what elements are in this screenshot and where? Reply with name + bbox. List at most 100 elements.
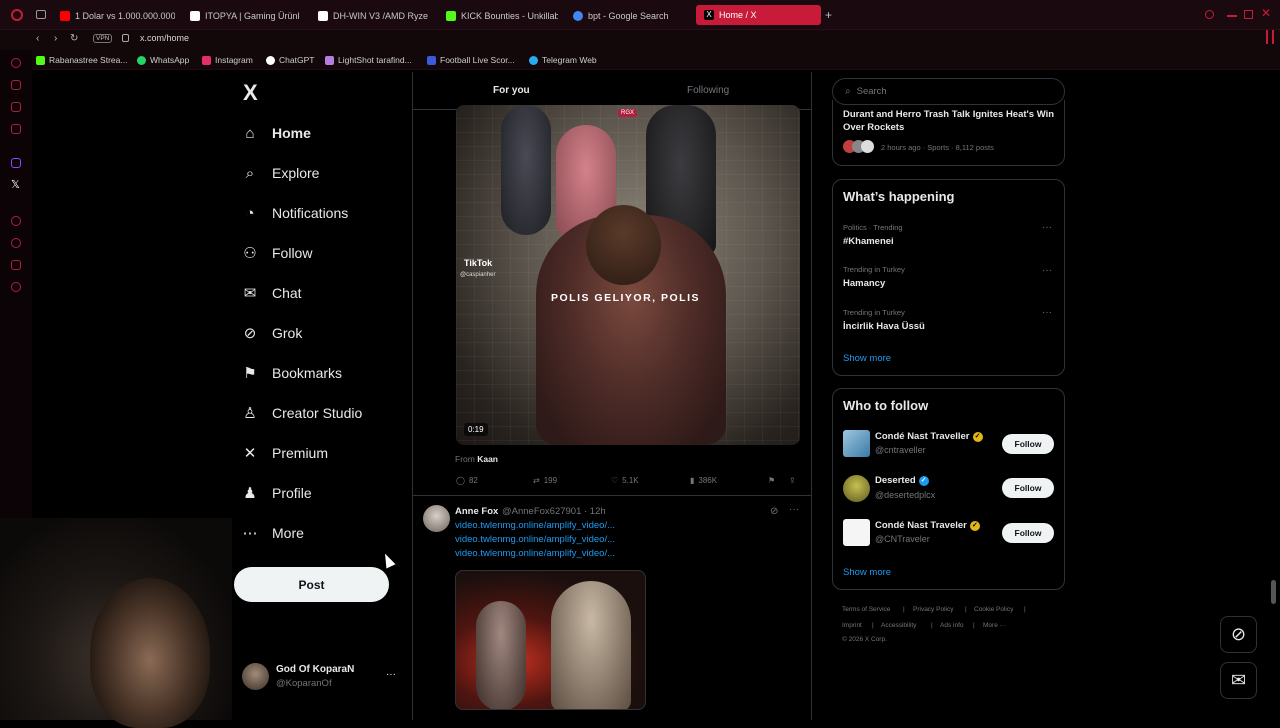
close-icon[interactable]: ✕ — [1261, 6, 1271, 20]
scrollbar[interactable] — [1271, 580, 1276, 604]
browser-tab[interactable]: ITOPYA | Gaming Ürünler — [190, 6, 300, 26]
nav-grok[interactable]: ⊘ Grok — [242, 320, 303, 346]
footer-link[interactable]: Privacy Policy — [913, 606, 953, 613]
footer-link[interactable]: More ··· — [983, 622, 1006, 629]
history-icon[interactable] — [11, 238, 21, 248]
maximize-icon[interactable] — [1244, 10, 1253, 19]
nav-explore[interactable]: ⌕ Explore — [242, 160, 320, 186]
trend-more-icon[interactable]: ··· — [1042, 307, 1052, 318]
bookmark[interactable]: Rabanastree Strea... — [36, 55, 127, 65]
nav-profile[interactable]: ♟ Profile — [242, 480, 311, 506]
suggestion-handle: @CNTraveler — [875, 534, 930, 544]
opera-icon[interactable] — [11, 58, 21, 68]
bookmark[interactable]: Telegram Web — [529, 55, 597, 65]
search-tabs-icon[interactable] — [1205, 10, 1214, 19]
news-card[interactable]: Durant and Herro Trash Talk Ignites Heat… — [832, 100, 1065, 166]
messages-fab[interactable]: ✉ — [1220, 662, 1257, 699]
url-field[interactable]: x.com/home — [140, 33, 189, 43]
copyright: © 2026 X Corp. — [842, 636, 887, 643]
avatar — [843, 519, 870, 546]
nav-home[interactable]: ⌂ Home — [242, 120, 310, 146]
bookmark[interactable]: Football Live Scor... — [427, 55, 515, 65]
bookmarks-bar: Rabanastree Strea... WhatsApp Instagram … — [0, 50, 1280, 70]
twitch-icon[interactable] — [11, 158, 21, 168]
post-link[interactable]: video.twlenmg.online/amplify_video/... — [455, 534, 615, 545]
avatar[interactable] — [423, 505, 450, 532]
share-button[interactable]: ⇪ — [789, 476, 796, 485]
opera-menu-icon[interactable] — [11, 9, 23, 21]
nav-label: Creator Studio — [272, 405, 363, 421]
footer-link[interactable]: Imprint — [842, 622, 862, 629]
browser-tab[interactable]: bpt - Google Search — [573, 6, 683, 26]
nav-follow[interactable]: ⚇ Follow — [242, 240, 312, 266]
messenger-icon[interactable] — [11, 102, 21, 112]
tab-label: KICK Bounties - Unkillable — [461, 11, 558, 21]
video-player[interactable]: RGX TikTok @caspianher POLIS GELIYOR, PO… — [456, 105, 800, 445]
bookmark[interactable]: ChatGPT — [266, 55, 314, 65]
post-author[interactable]: Anne Fox — [455, 506, 498, 517]
forward-icon[interactable]: › — [54, 33, 57, 44]
like-button[interactable]: ♡ 5.1K — [611, 476, 639, 485]
nav-bookmarks[interactable]: ⚑ Bookmarks — [242, 360, 342, 386]
account-more-icon[interactable]: ··· — [386, 669, 396, 680]
from-name[interactable]: Kaan — [477, 454, 498, 464]
x-icon[interactable]: 𝕏 — [11, 178, 20, 191]
browser-tab[interactable]: 1 Dolar vs 1.000.000.000 D — [60, 6, 175, 26]
reload-icon[interactable]: ↻ — [70, 33, 78, 44]
trend-more-icon[interactable]: ··· — [1042, 265, 1052, 276]
repost-button[interactable]: ⇄ 199 — [533, 476, 557, 485]
post-more-icon[interactable]: ··· — [789, 504, 799, 515]
suggestion-name: Condé Nast Traveller ✓ — [875, 431, 983, 442]
footer-link[interactable]: Cookie Policy — [974, 606, 1013, 613]
new-tab-button[interactable]: + — [825, 8, 832, 22]
reply-button[interactable]: ◯ 82 — [456, 476, 478, 485]
follow-button[interactable]: Follow — [1002, 434, 1054, 454]
views-button[interactable]: ▮ 386K — [690, 476, 717, 485]
browser-tab[interactable]: DH-WIN V3 /AMD Ryzen — [318, 6, 428, 26]
sidebar-toggle-icon[interactable] — [1266, 30, 1274, 44]
creator-icon: ♙ — [243, 405, 257, 422]
nav-more[interactable]: ⋯ More — [242, 520, 304, 546]
tab-for-you[interactable]: For you — [493, 85, 530, 109]
nav-premium[interactable]: ✕ Premium — [242, 440, 328, 466]
tab-overview-icon[interactable] — [36, 10, 46, 19]
x-logo[interactable]: X — [243, 80, 258, 106]
minimize-icon[interactable] — [1227, 15, 1237, 17]
footer-link[interactable]: Ads info — [940, 622, 964, 629]
account-switcher[interactable]: God Of KoparaN @KoparanOf ··· — [242, 660, 402, 694]
nav-chat[interactable]: ✉ Chat — [242, 280, 302, 306]
nav-creator-studio[interactable]: ♙ Creator Studio — [242, 400, 362, 426]
name-text: Condé Nast Traveler — [875, 520, 967, 531]
post-media[interactable] — [455, 570, 646, 710]
show-more-link[interactable]: Show more — [843, 567, 891, 578]
site-icon — [190, 11, 200, 21]
footer-link[interactable]: Terms of Service — [842, 606, 890, 613]
player-icon[interactable] — [11, 216, 21, 226]
grok-fab[interactable]: ⊘ — [1220, 616, 1257, 653]
bookmark[interactable]: LightShot tarafind... — [325, 55, 412, 65]
name-text: Condé Nast Traveller — [875, 431, 970, 442]
bookmark-button[interactable]: ⚑ — [768, 476, 775, 485]
settings-icon[interactable] — [11, 282, 21, 292]
follow-button[interactable]: Follow — [1002, 478, 1054, 498]
bookmark[interactable]: WhatsApp — [137, 55, 189, 65]
post-link[interactable]: video.twlenmg.online/amplify_video/... — [455, 520, 615, 531]
bookmark[interactable]: Instagram — [202, 55, 253, 65]
tab-following[interactable]: Following — [687, 85, 729, 96]
back-icon[interactable]: ‹ — [36, 33, 39, 44]
grok-post-icon[interactable]: ⊘ — [770, 506, 778, 517]
show-more-link[interactable]: Show more — [843, 353, 891, 364]
football-icon — [427, 55, 436, 65]
browser-tab[interactable]: KICK Bounties - Unkillable — [446, 6, 558, 26]
gmail-icon[interactable] — [11, 124, 21, 134]
trend-more-icon[interactable]: ··· — [1042, 222, 1052, 233]
vpn-badge[interactable]: VPN — [93, 34, 113, 43]
browser-tab-active[interactable]: X Home / X — [696, 5, 821, 25]
footer-link[interactable]: Accessibility — [881, 622, 916, 629]
post-link[interactable]: video.twlenmg.online/amplify_video/... — [455, 548, 615, 559]
nav-notifications[interactable]: ◔ Notifications — [242, 200, 348, 226]
aria-icon[interactable] — [11, 80, 21, 90]
post-button[interactable]: Post — [234, 567, 389, 602]
follow-button[interactable]: Follow — [1002, 523, 1054, 543]
extensions-icon[interactable] — [11, 260, 21, 270]
